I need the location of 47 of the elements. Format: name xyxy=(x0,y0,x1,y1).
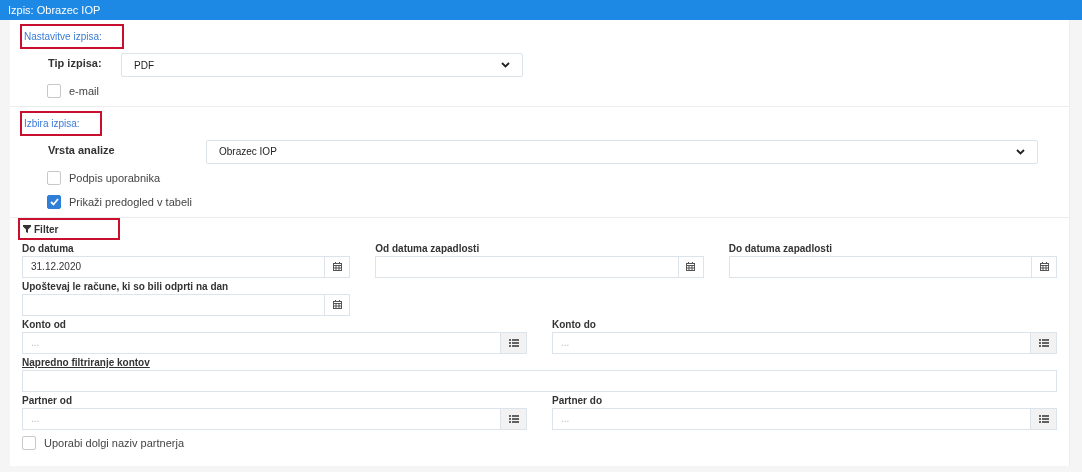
field-label: Konto do xyxy=(552,317,597,332)
list-icon xyxy=(1038,338,1049,347)
field-label: Od datuma zapadlosti xyxy=(375,241,481,256)
list-button[interactable] xyxy=(500,332,526,353)
field-label: Do datuma xyxy=(22,241,75,256)
list-button[interactable] xyxy=(1030,408,1056,429)
field-label: Upoštevaj le račune, ki so bili odprti na dan xyxy=(22,279,230,294)
checkbox-label: Podpis uporabnika xyxy=(69,170,161,186)
list-icon xyxy=(508,338,519,347)
date-field[interactable] xyxy=(728,255,1057,278)
checkbox[interactable] xyxy=(47,170,61,185)
checkbox[interactable] xyxy=(47,195,61,210)
field-label: Do datuma zapadlosti xyxy=(728,241,833,256)
field-label: Konto od xyxy=(22,317,67,332)
calendar-icon xyxy=(686,262,696,271)
list-icon xyxy=(1038,414,1049,423)
dropdown[interactable]: PDF xyxy=(121,53,523,77)
text-field[interactable] xyxy=(22,369,1057,392)
date-field[interactable]: 31.12.2020 xyxy=(22,255,351,278)
checkbox[interactable] xyxy=(22,435,36,450)
list-button[interactable] xyxy=(1030,332,1056,353)
field-label: Tip izpisa: xyxy=(48,56,103,71)
window-title-bar: Izpis: Obrazec IOP xyxy=(0,0,1082,20)
dropdown[interactable]: Obrazec IOP xyxy=(206,139,1038,164)
calendar-icon xyxy=(332,300,342,309)
section-heading: Nastavitve izpisa: xyxy=(20,24,124,49)
checkbox-label: Uporabi dolgi naziv partnerja xyxy=(44,435,185,451)
list-icon xyxy=(508,414,519,423)
field-label[interactable]: Napredno filtriranje kontov xyxy=(22,355,1057,370)
date-field[interactable] xyxy=(375,255,704,278)
section-heading: Izbira izpisa: xyxy=(20,110,102,136)
calendar-icon xyxy=(1039,262,1049,271)
field-label: Partner do xyxy=(552,393,603,408)
filter-label: Filter xyxy=(34,222,59,237)
field-label: Partner od xyxy=(22,393,73,408)
chevron-down-icon xyxy=(1016,148,1025,155)
calendar-icon xyxy=(332,262,342,271)
checkbox-label: Prikaži predogled v tabeli xyxy=(69,195,192,210)
checkbox-label: e-mail xyxy=(69,84,99,99)
checkbox[interactable] xyxy=(47,84,61,99)
field-label: Vrsta analize xyxy=(48,142,116,158)
checkmark-icon xyxy=(49,198,59,207)
filter-heading[interactable]: Filter xyxy=(18,217,121,240)
filter-icon xyxy=(23,225,31,233)
chevron-down-icon xyxy=(501,62,510,68)
list-button[interactable] xyxy=(500,408,526,429)
date-field[interactable] xyxy=(22,293,351,316)
